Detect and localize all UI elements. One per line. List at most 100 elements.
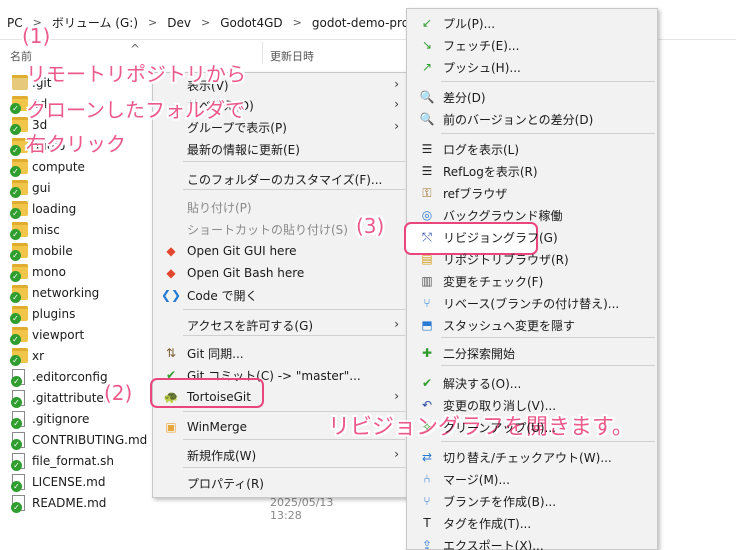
chevron-right-icon[interactable]: > [194, 16, 217, 29]
menu-item[interactable]: ⑂ ブランチを作成(B)... [407, 491, 657, 512]
file-name: .gitignore [32, 411, 90, 426]
menu-item[interactable]: ⑂ リベース(ブランチの付け替え)... [407, 293, 657, 314]
annotation-step1-line2: クローンしたフォルダで [26, 98, 245, 122]
menu-item-label: プロパティ(R) [187, 476, 264, 491]
chevron-right-icon: › [394, 447, 399, 461]
chevron-right-icon[interactable]: > [286, 16, 309, 29]
list-item[interactable]: ✓ LICENSE.md [11, 471, 105, 492]
fetch-icon: ↘ [421, 38, 433, 52]
git-clean-overlay-icon: ✓ [11, 459, 22, 471]
file-name: misc [32, 222, 60, 237]
file-name: .gitattributes [32, 390, 111, 405]
list-item[interactable]: ✓ mono [10, 261, 66, 282]
file-date: 2025/05/13 13:28 [270, 496, 334, 522]
breadcrumb-godot4gd[interactable]: Godot4GD [217, 16, 285, 30]
menu-item[interactable]: ☰ RefLogを表示(R) [407, 161, 657, 182]
file-icon: ✓ [11, 368, 25, 387]
menu-item[interactable]: ⚿ refブラウザ [407, 183, 657, 204]
list-item[interactable]: ✓ misc [10, 219, 60, 240]
menu-item[interactable]: 最新の情報に更新(E) [153, 139, 407, 159]
list-item[interactable]: ✓ CONTRIBUTING.md [11, 429, 147, 450]
list-item[interactable]: ✓ loading [10, 198, 77, 219]
menu-item-label: refブラウザ [443, 187, 508, 201]
menu-item[interactable]: ✔ 解決する(O)... [407, 373, 657, 394]
chevron-right-icon[interactable]: > [141, 16, 164, 29]
git-clean-overlay-icon: ✓ [11, 438, 22, 450]
menu-item[interactable]: アクセスを許可する(G) › [153, 315, 407, 335]
list-item[interactable]: ✓ .editorconfig [11, 366, 108, 387]
menu-item[interactable]: ⇪ エクスポート(X)... [407, 535, 657, 550]
menu-item[interactable]: ⇅ Git 同期... [153, 343, 407, 363]
git-clean-overlay-icon: ✓ [10, 229, 21, 240]
menu-item-label: Code で開く [187, 288, 258, 303]
column-date[interactable]: 更新日時 [270, 48, 314, 64]
file-name: mobile [32, 243, 73, 258]
list-item[interactable]: ✓ .gitattributes [11, 387, 111, 408]
menu-item[interactable]: ↗ プッシュ(H)... [407, 57, 657, 78]
menu-item[interactable]: ⬒ スタッシュへ変更を隠す [407, 315, 657, 336]
list-item[interactable]: ✓ .gitignore [11, 408, 90, 429]
list-item[interactable]: ✓ gui [10, 177, 51, 198]
menu-item[interactable]: ✚ 二分探索開始 [407, 343, 657, 364]
menu-item[interactable]: このフォルダーのカスタマイズ(F)... [153, 169, 407, 189]
folder-icon: ✓ [10, 327, 28, 345]
menu-item[interactable]: ⤲ リビジョングラフ(G) [407, 227, 657, 248]
list-item[interactable]: ✓ viewport [10, 324, 85, 345]
menu-item[interactable]: 🔍 前のバージョンとの差分(D) [407, 109, 657, 130]
menu-item[interactable]: ◆ Open Git GUI here [153, 241, 407, 261]
menu-divider [183, 161, 405, 162]
chevron-right-icon: › [394, 97, 399, 111]
menu-item[interactable]: T タグを作成(T)... [407, 513, 657, 534]
list-item[interactable]: ✓ file_format.sh [11, 450, 114, 471]
git-clean-overlay-icon: ✓ [11, 501, 22, 513]
file-icon: ✓ [11, 452, 25, 471]
menu-item-label: Open Git GUI here [187, 244, 297, 258]
list-item[interactable]: ✓ plugins [10, 303, 75, 324]
menu-item[interactable]: ✧ クリーンアップ(U)... [407, 417, 657, 438]
annotation-step2: (2) [104, 381, 133, 405]
menu-item[interactable]: ☰ ログを表示(L) [407, 139, 657, 160]
file-name: loading [32, 201, 77, 216]
push-icon: ↗ [421, 60, 433, 74]
vscode-icon: ❮❯ [160, 288, 182, 302]
menu-item[interactable]: ◎ バックグラウンド稼働 [407, 205, 657, 226]
list-item[interactable]: ✓ networking [10, 282, 99, 303]
file-icon: ✓ [11, 431, 25, 450]
file-icon: ✓ [11, 389, 25, 408]
file-icon: ✓ [11, 410, 25, 429]
annotation-step1-line1: リモートリポジトリから [26, 62, 246, 86]
menu-item[interactable]: 🔍 差分(D) [407, 87, 657, 108]
repo-browser-icon: ▤ [421, 252, 433, 266]
list-item[interactable]: ✓ compute [10, 156, 85, 177]
list-item[interactable]: ✓ xr [10, 345, 44, 366]
menu-item[interactable]: ⇄ 切り替え/チェックアウト(W)... [407, 447, 657, 468]
menu-item[interactable]: ▥ 変更をチェック(F) [407, 271, 657, 292]
git-clean-overlay-icon: ✓ [11, 480, 22, 492]
column-divider[interactable] [262, 42, 263, 64]
file-name: viewport [32, 327, 85, 342]
menu-item[interactable]: ↶ 変更の取り消し(V)... [407, 395, 657, 416]
git-clean-overlay-icon: ✓ [10, 124, 21, 135]
menu-item-label: WinMerge [187, 420, 247, 434]
list-item[interactable]: ✓ mobile [10, 240, 73, 261]
file-name: file_format.sh [32, 453, 114, 468]
menu-item-label: 最新の情報に更新(E) [187, 142, 300, 157]
list-item[interactable]: ✓ README.md [11, 492, 106, 513]
menu-item-label: フェッチ(E)... [443, 39, 520, 53]
menu-item[interactable]: ◆ Open Git Bash here [153, 263, 407, 283]
sort-up-icon: ^ [130, 42, 141, 56]
menu-item[interactable]: ↙ プル(P)... [407, 13, 657, 34]
menu-item[interactable]: ↘ フェッチ(E)... [407, 35, 657, 56]
menu-item[interactable]: プロパティ(R) [153, 473, 407, 493]
menu-item[interactable]: ▤ リポジトリブラウザ(R) [407, 249, 657, 270]
menu-item[interactable]: ⑃ マージ(M)... [407, 469, 657, 490]
folder-icon: ✓ [10, 180, 28, 198]
chevron-right-icon: › [394, 77, 399, 91]
breadcrumb-volume[interactable]: ボリューム (G:) [49, 14, 141, 31]
menu-item[interactable]: ❮❯ Code で開く [153, 285, 407, 305]
breadcrumb-dev[interactable]: Dev [164, 16, 194, 30]
git-clean-overlay-icon: ✓ [10, 208, 21, 219]
menu-item[interactable]: 新規作成(W) › [153, 445, 407, 465]
menu-divider [441, 133, 655, 134]
tortoisegit-submenu: ↙ プル(P)... ↘ フェッチ(E)... ↗ プッシュ(H)... 🔍 差分(D) 🔍 前の… [404, 8, 658, 550]
